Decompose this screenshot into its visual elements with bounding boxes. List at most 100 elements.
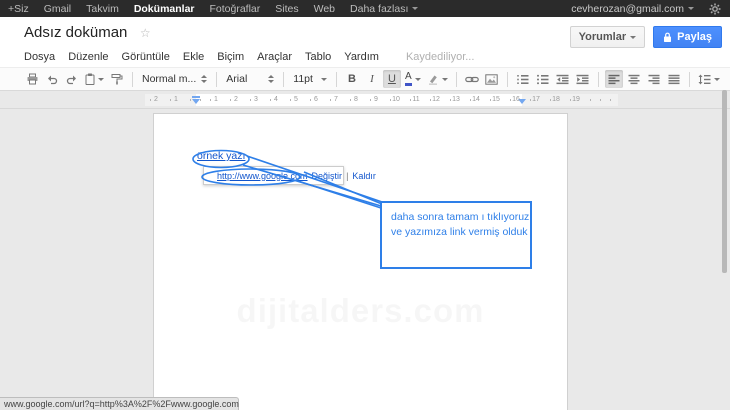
font-size-dropdown[interactable]: 11pt [289, 70, 331, 88]
menu-item-g-r-nt-le[interactable]: Görüntüle [122, 51, 170, 63]
ruler-number: 4 [274, 96, 278, 103]
menu-item-yard-m[interactable]: Yardım [344, 51, 379, 63]
first-line-indent-marker[interactable] [192, 96, 200, 98]
chevron-down-icon [442, 78, 448, 81]
ruler-number: 13 [452, 96, 460, 103]
menu-items: Dosya Düzenle Görüntüle Ekle Biçim Araçlar Tab… [24, 51, 392, 63]
nav-item-web[interactable]: Web [314, 1, 335, 17]
comments-button[interactable]: Yorumlar [570, 26, 645, 48]
account-menu[interactable]: cevherozan@gmail.com [571, 3, 694, 15]
bulleted-list-button[interactable] [534, 70, 552, 88]
ruler-tick [430, 99, 431, 101]
vertical-scrollbar[interactable] [722, 90, 727, 273]
ruler[interactable]: 2112345678910111213141516171819 [145, 94, 618, 106]
text-color-button[interactable]: A [403, 70, 423, 88]
bold-icon: B [348, 74, 356, 85]
highlight-color-button[interactable] [425, 70, 450, 88]
share-button[interactable]: Paylaş [653, 26, 722, 48]
ruler-tick [170, 99, 171, 101]
chevron-down-icon [98, 78, 104, 81]
italic-button[interactable]: I [363, 70, 381, 88]
lock-icon [663, 32, 672, 43]
callout-line-2: ve yazımıza link vermiş olduk [391, 225, 530, 240]
decrease-indent-button[interactable] [554, 70, 572, 88]
nav-item-foto-raflar[interactable]: Fotoğraflar [210, 1, 261, 17]
numbered-list-icon [516, 74, 529, 85]
ruler-number: 5 [294, 96, 298, 103]
bulleted-list-icon [536, 74, 549, 85]
insert-link-button[interactable] [463, 70, 481, 88]
nav-item-gmail[interactable]: Gmail [44, 1, 71, 17]
star-icon[interactable]: ☆ [140, 26, 151, 40]
chevron-down-icon [321, 78, 327, 81]
title-area: Adsız doküman ☆ [24, 24, 151, 42]
align-right-button[interactable] [645, 70, 663, 88]
menu-item-d-zenle[interactable]: Düzenle [68, 51, 108, 63]
nav-item-+siz[interactable]: +Siz [8, 1, 29, 17]
callout-line-1: daha sonra tamam ı tıklıyoruz [391, 210, 530, 225]
document-canvas[interactable]: dijitalders.com örnek yazı http://www.go… [0, 109, 730, 410]
print-icon [26, 73, 39, 85]
save-status: Kaydediliyor... [406, 51, 474, 63]
insert-image-button[interactable] [483, 70, 501, 88]
menu-item-ara-lar[interactable]: Araçlar [257, 51, 292, 63]
nav-item-daha-fazlas-[interactable]: Daha fazlası [350, 1, 418, 17]
ruler-number: 3 [254, 96, 258, 103]
decrease-indent-icon [556, 74, 569, 85]
ruler-number: 16 [512, 96, 520, 103]
menu-item-dosya[interactable]: Dosya [24, 51, 55, 63]
text-color-icon: A [405, 72, 412, 86]
styles-dropdown[interactable]: Normal m... [138, 70, 211, 88]
title-row: Adsız doküman ☆ Yorumlar Paylaş [0, 22, 730, 48]
align-right-icon [648, 74, 660, 85]
line-spacing-button[interactable] [696, 70, 722, 88]
nav-item-sites[interactable]: Sites [275, 1, 298, 17]
share-button-label: Paylaş [677, 31, 712, 43]
ruler-number: 15 [492, 96, 500, 103]
underline-button[interactable]: U [383, 70, 401, 88]
topbar-account-area: cevherozan@gmail.com [571, 1, 730, 16]
ruler-tick [370, 99, 371, 101]
chevron-down-icon [688, 7, 694, 10]
document-hyperlink[interactable]: örnek yazı [197, 150, 245, 162]
print-button[interactable] [23, 70, 41, 88]
toolbar-separator [598, 72, 599, 87]
ruler-tick [610, 99, 611, 101]
ruler-number: 2 [154, 96, 158, 103]
ruler-number: 10 [392, 96, 400, 103]
menu-item-bi-im[interactable]: Biçim [217, 51, 244, 63]
updown-icon [201, 75, 207, 83]
font-dropdown[interactable]: Arial [222, 70, 278, 88]
paint-format-button[interactable] [108, 70, 126, 88]
ruler-tick [230, 99, 231, 101]
paste-icon [85, 73, 95, 85]
menu-item-ekle[interactable]: Ekle [183, 51, 204, 63]
font-dropdown-value: Arial [226, 73, 263, 85]
menu-item-tablo[interactable]: Tablo [305, 51, 331, 63]
ruler-tick [310, 99, 311, 101]
numbered-list-button[interactable] [514, 70, 532, 88]
ruler-tick [200, 99, 201, 101]
comments-button-label: Yorumlar [579, 31, 626, 43]
link-change-button[interactable]: Değiştir [312, 171, 343, 181]
justify-button[interactable] [665, 70, 683, 88]
redo-button[interactable] [63, 70, 81, 88]
ruler-number: 1 [214, 96, 218, 103]
left-indent-marker[interactable] [192, 99, 200, 104]
increase-indent-button[interactable] [574, 70, 592, 88]
align-left-button[interactable] [605, 70, 623, 88]
undo-button[interactable] [43, 70, 61, 88]
link-bubble-url[interactable]: http://www.google.com [217, 171, 308, 181]
settings-button[interactable] [704, 1, 726, 16]
document-title[interactable]: Adsız doküman [24, 24, 127, 41]
link-remove-button[interactable]: Kaldır [352, 171, 376, 181]
web-clipboard-button[interactable] [83, 70, 106, 88]
nav-item-dok-manlar[interactable]: Dokümanlar [134, 1, 195, 17]
toolbar-separator [507, 72, 508, 87]
gear-icon [709, 3, 721, 15]
insert-image-icon [485, 74, 498, 85]
toolbar-separator [689, 72, 690, 87]
nav-item-takvim[interactable]: Takvim [86, 1, 119, 17]
bold-button[interactable]: B [343, 70, 361, 88]
align-center-button[interactable] [625, 70, 643, 88]
